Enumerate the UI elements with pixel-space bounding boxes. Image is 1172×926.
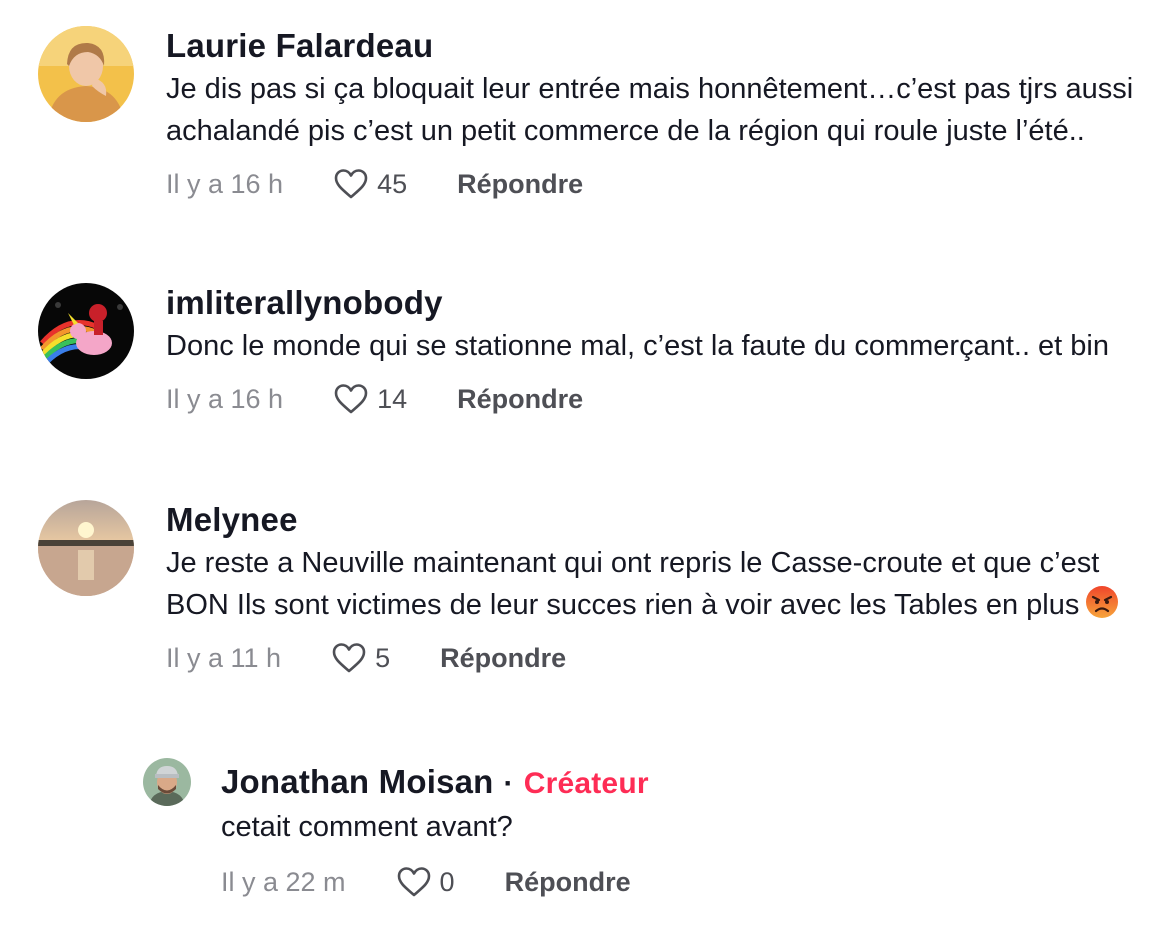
comment-time: Il y a 16 h <box>166 383 284 414</box>
creator-badge: Créateur <box>523 767 649 800</box>
avatar[interactable] <box>143 758 191 806</box>
avatar-unicorn-icon <box>38 283 134 379</box>
avatar[interactable] <box>38 283 134 379</box>
reply-button[interactable]: Répondre <box>457 384 583 415</box>
like-button[interactable]: 0 <box>396 866 455 898</box>
comment-meta: Il y a 16 h 14 Répondre <box>166 379 1136 419</box>
comment-item: Melynee Je reste a Neuville maintenant q… <box>38 500 1136 678</box>
comment-time: Il y a 16 h <box>166 168 284 199</box>
comment-text-content: Je reste a Neuville maintenant qui ont r… <box>166 547 1100 621</box>
avatar[interactable] <box>38 500 134 596</box>
avatar-man-icon <box>143 758 191 806</box>
heart-icon <box>334 169 368 199</box>
separator-dot: · <box>503 767 514 800</box>
comment-username[interactable]: Jonathan Moisan <box>221 763 494 800</box>
comment-body: Melynee Je reste a Neuville maintenant q… <box>166 500 1136 678</box>
comment-item: Laurie Falardeau Je dis pas si ça bloqua… <box>38 26 1136 204</box>
like-count: 5 <box>375 642 391 673</box>
comment-item: imliterallynobody Donc le monde qui se s… <box>38 283 1136 419</box>
comment-username[interactable]: Laurie Falardeau <box>166 26 1136 66</box>
avatar-woman-icon <box>38 26 134 122</box>
like-count: 0 <box>439 866 455 897</box>
like-button[interactable]: 5 <box>331 642 390 674</box>
like-count: 45 <box>377 168 408 199</box>
comment-meta: Il y a 11 h 5 Répondre <box>166 638 1136 678</box>
heart-icon <box>397 867 430 897</box>
avatar-sunset-icon <box>38 500 134 596</box>
avatar[interactable] <box>38 26 134 122</box>
comment-text: cetait comment avant? <box>221 811 513 843</box>
heart-icon <box>332 643 366 673</box>
comment-text: Je dis pas si ça bloquait leur entrée ma… <box>166 73 1134 147</box>
like-count: 14 <box>377 383 408 414</box>
reply-item: Jonathan Moisan · Créateur cetait comment … <box>143 758 1172 902</box>
heart-icon <box>334 384 368 414</box>
comment-text: Donc le monde qui se stationne mal, c’es… <box>166 330 1109 362</box>
angry-face-emoji-icon <box>1086 586 1119 618</box>
comment-body: imliterallynobody Donc le monde qui se s… <box>166 283 1136 419</box>
comment-body: Jonathan Moisan · Créateur cetait comment … <box>221 758 1172 902</box>
comment-meta: Il y a 16 h 45 Répondre <box>166 164 1136 204</box>
comment-time: Il y a 11 h <box>166 642 282 673</box>
like-button[interactable]: 14 <box>333 383 407 415</box>
reply-button[interactable]: Répondre <box>457 169 583 200</box>
comment-body: Laurie Falardeau Je dis pas si ça bloqua… <box>166 26 1136 204</box>
comment-time: Il y a 22 m <box>221 866 346 897</box>
comment-username[interactable]: Melynee <box>166 500 1136 540</box>
comment-meta: Il y a 22 m 0 Répondre <box>221 862 1172 902</box>
comment-username[interactable]: imliterallynobody <box>166 283 1136 323</box>
like-button[interactable]: 45 <box>333 168 407 200</box>
reply-button[interactable]: Répondre <box>505 867 631 898</box>
reply-button[interactable]: Répondre <box>440 643 566 674</box>
reply-header: Jonathan Moisan · Créateur <box>221 762 1172 804</box>
comment-text: Je reste a Neuville maintenant qui ont r… <box>166 542 1136 626</box>
